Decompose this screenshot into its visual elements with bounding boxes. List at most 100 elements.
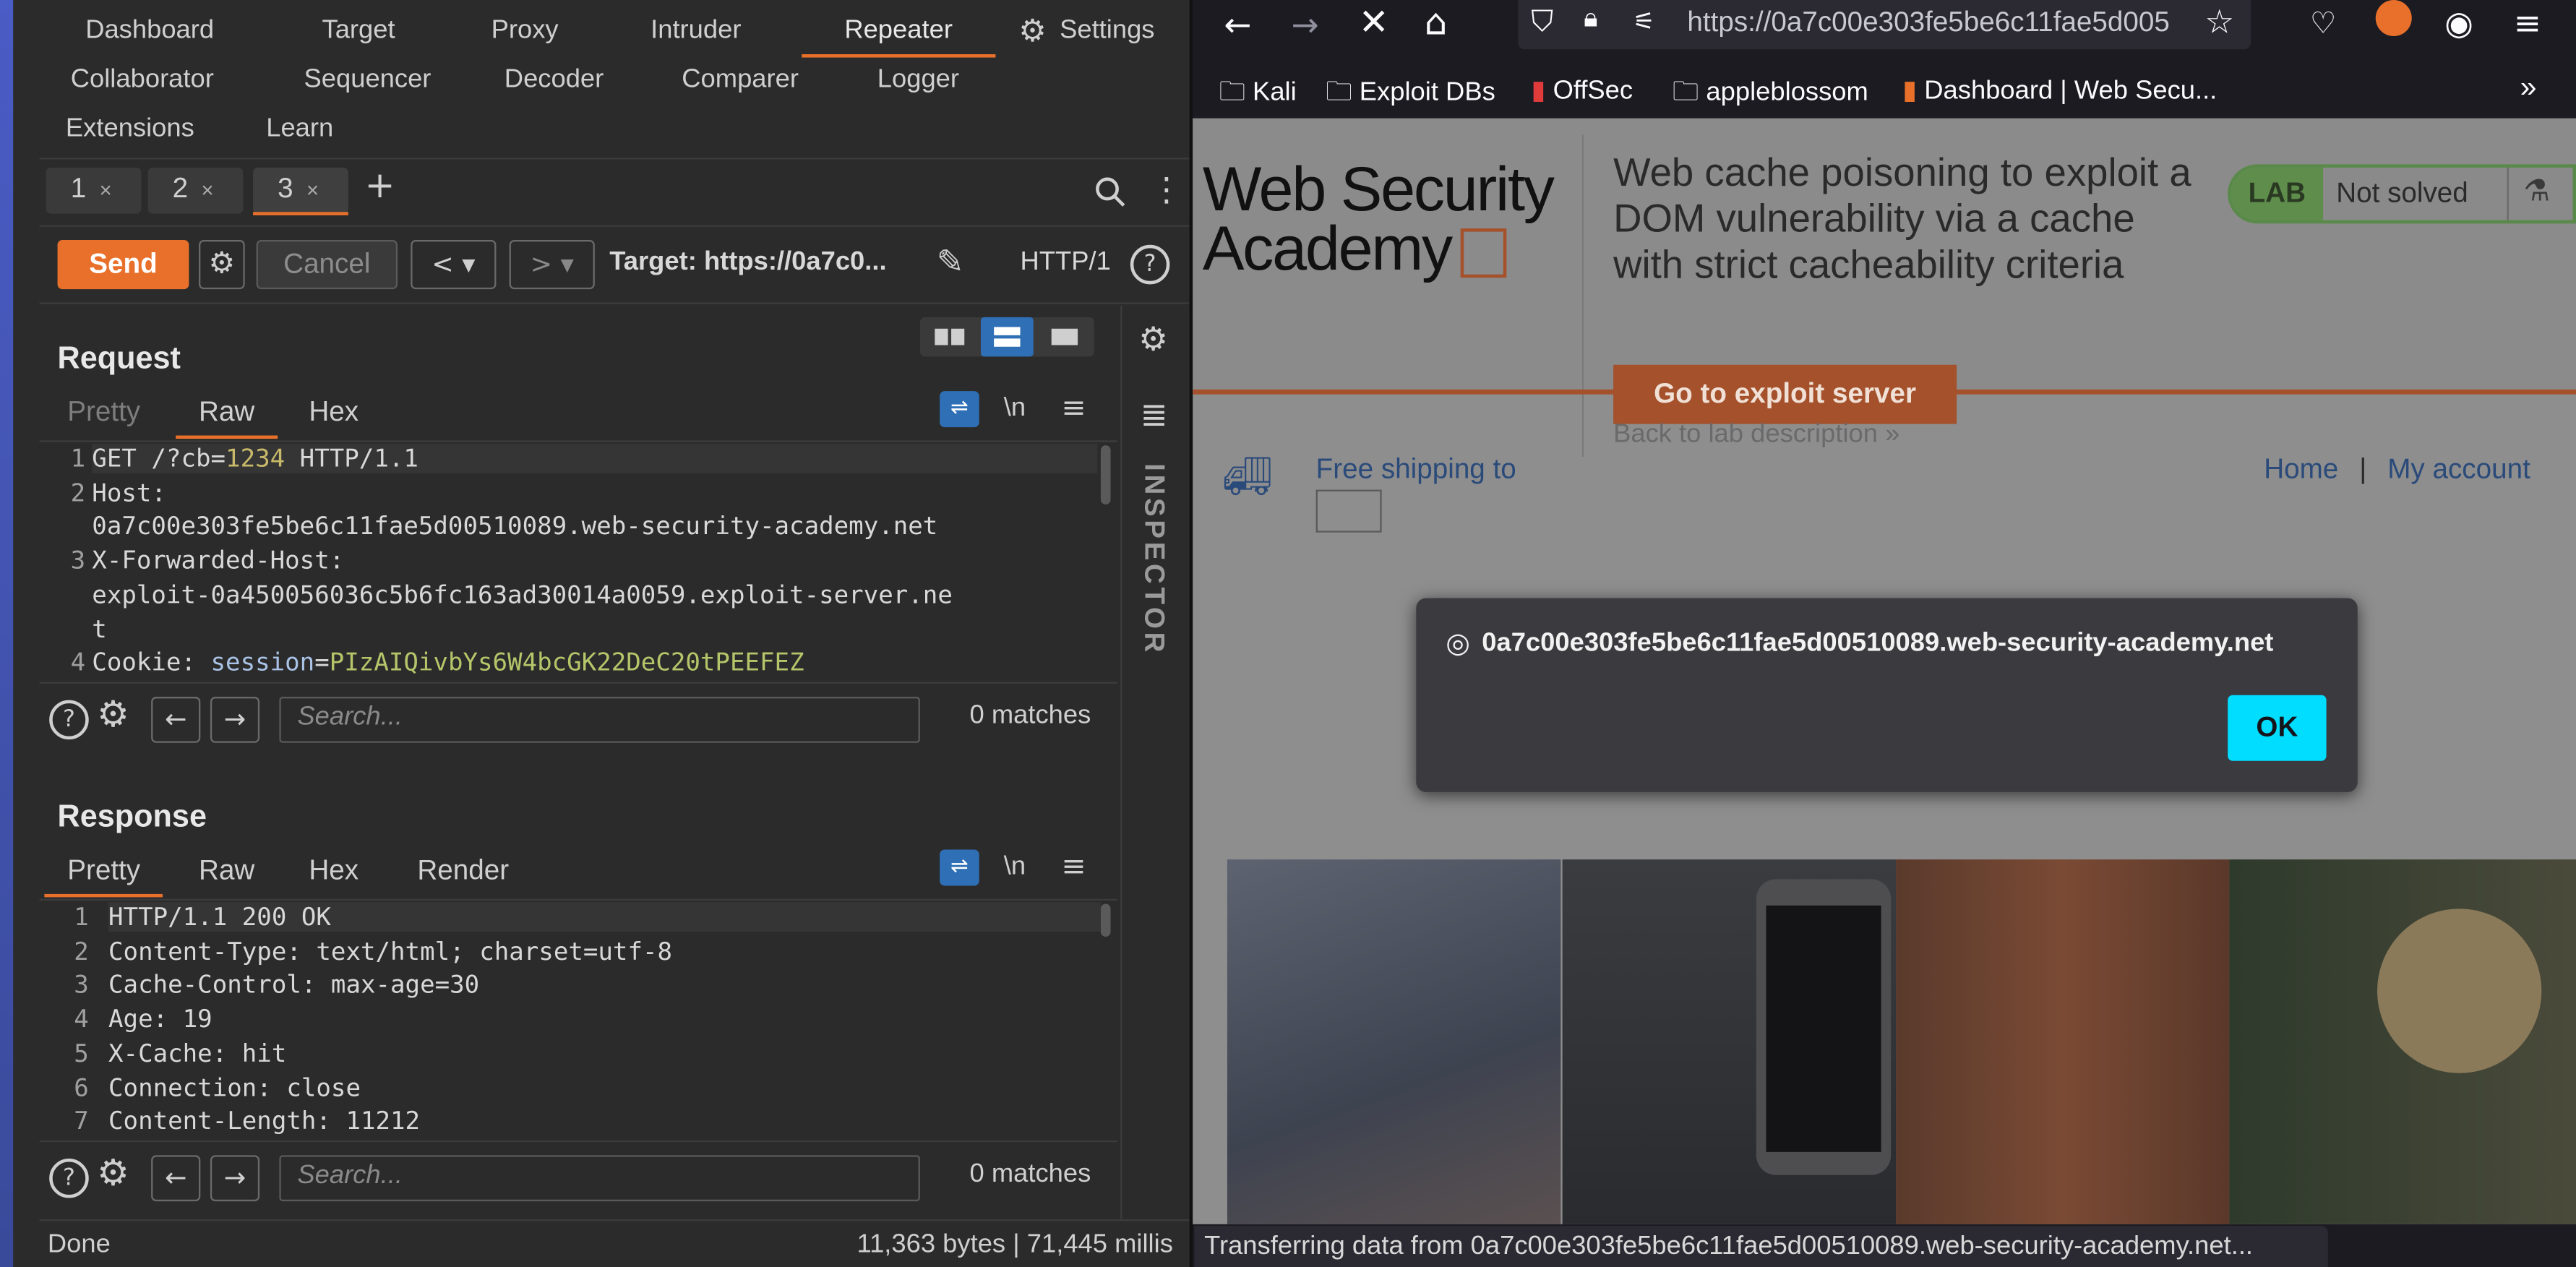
bookmark-kali[interactable]: 🗀︎ Kali — [1219, 74, 1297, 118]
inspector-sidebar[interactable]: ⚙ ≣ INSPECTOR — [1120, 305, 1190, 1220]
home-link[interactable]: Home — [2264, 454, 2338, 485]
search-icon[interactable] — [1094, 176, 1127, 208]
request-tab-raw[interactable]: Raw — [176, 396, 278, 439]
forward-arrow-icon[interactable]: → — [1292, 5, 1319, 45]
response-scrollbar[interactable] — [1100, 903, 1111, 937]
home-icon[interactable]: ⌂ — [1425, 4, 1448, 45]
inspector-label[interactable]: INSPECTOR — [1137, 463, 1169, 656]
show-newlines-toggle[interactable]: \n — [1004, 395, 1026, 424]
app-menu-icon[interactable]: ≡ — [2514, 4, 2541, 43]
shield-icon[interactable]: ⛉ — [1531, 5, 1553, 40]
bookmark-exploit-dbs[interactable]: 🗀︎ Exploit DBs — [1326, 74, 1495, 118]
bookmark-offsec[interactable]: ▮ OffSec — [1531, 74, 1633, 106]
response-tab-pretty[interactable]: Pretty — [44, 854, 165, 898]
send-button[interactable]: Send — [57, 239, 189, 290]
back-to-lab-description-link[interactable]: Back to lab description » — [1613, 421, 1899, 450]
request-tab-pretty[interactable]: Pretty — [67, 396, 140, 429]
cookie-icon[interactable]: ◉ — [2444, 4, 2473, 43]
search-settings-gear-icon[interactable]: ⚙ — [97, 1154, 129, 1195]
response-search-input[interactable]: Search... — [279, 1155, 920, 1202]
web-security-academy-logo[interactable]: Web Security Academy — [1203, 160, 1555, 281]
repeater-tab-3[interactable]: 3 × — [253, 167, 348, 215]
response-editor[interactable]: 1 HTTP/1.1 200 OK 2 Content-Type: text/html… — [39, 898, 1117, 1141]
response-search-row: ? ⚙ ← → Search... 0 matches — [39, 1140, 1117, 1213]
request-search-input[interactable]: Search... — [279, 697, 920, 743]
search-settings-gear-icon[interactable]: ⚙ — [97, 695, 129, 736]
settings-gear-icon[interactable]: ⚙ — [1018, 13, 1047, 51]
nav-settings[interactable]: Settings — [1060, 17, 1154, 46]
go-to-exploit-server-button[interactable]: Go to exploit server — [1613, 364, 1957, 424]
repeater-tab-2[interactable]: 2 × — [147, 167, 244, 214]
response-menu-icon[interactable]: ≡ — [1061, 850, 1086, 885]
back-arrow-icon[interactable]: ← — [1224, 5, 1251, 45]
nav-comparer[interactable]: Comparer — [682, 66, 799, 95]
request-menu-icon[interactable]: ≡ — [1061, 391, 1086, 426]
stop-loading-icon[interactable]: ✕ — [1359, 4, 1389, 45]
word-wrap-icon[interactable]: ⇌ — [940, 849, 979, 886]
bookmark-appleblossom[interactable]: 🗀︎ appleblossom — [1673, 74, 1868, 118]
bookmark-dashboard[interactable]: ▮ Dashboard | Web Secu... — [1902, 74, 2217, 106]
add-tab-button[interactable]: + — [365, 166, 395, 207]
permissions-icon[interactable]: ⚟ — [1633, 7, 1655, 36]
cancel-button[interactable]: Cancel — [256, 239, 398, 290]
product-image[interactable] — [1227, 859, 1561, 1224]
product-image[interactable] — [2229, 859, 2576, 1224]
repeater-tab-1[interactable]: 1 × — [46, 167, 142, 214]
show-newlines-toggle[interactable]: \n — [1004, 853, 1026, 882]
bookmark-star-icon[interactable]: ☆ — [2204, 1, 2234, 43]
layout-top-bottom-icon[interactable] — [980, 317, 1034, 357]
my-account-link[interactable]: My account — [2387, 454, 2530, 485]
word-wrap-icon[interactable]: ⇌ — [940, 391, 979, 428]
back-history-button[interactable]: < ▾ — [411, 239, 497, 290]
layout-side-by-side-icon[interactable] — [923, 320, 976, 353]
next-match-arrow-icon[interactable]: → — [210, 697, 260, 743]
help-icon[interactable]: ? — [1130, 244, 1170, 285]
layout-single-icon[interactable] — [1039, 320, 1091, 353]
product-image[interactable] — [1562, 859, 1897, 1224]
nav-extensions[interactable]: Extensions — [66, 115, 194, 145]
request-editor[interactable]: 1 GET /?cb=1234 HTTP/1.1 2 Host: 0a7c00e303f… — [39, 440, 1117, 682]
nav-dashboard[interactable]: Dashboard — [85, 17, 214, 46]
request-line: Host: — [92, 477, 166, 507]
inspector-gear-icon[interactable]: ⚙ — [1138, 319, 1168, 358]
nav-target[interactable]: Target — [322, 17, 395, 46]
ok-button[interactable]: OK — [2228, 695, 2327, 761]
close-icon[interactable]: × — [201, 178, 213, 202]
product-image[interactable] — [1896, 859, 2230, 1224]
more-bookmarks-chevron-icon[interactable]: » — [2520, 71, 2537, 106]
request-scrollbar[interactable] — [1100, 445, 1111, 505]
burp-extension-icon[interactable] — [2375, 0, 2412, 37]
url-text[interactable]: https://0a7c00e303fe5be6c11fae5d005 — [1687, 7, 2197, 39]
nav-sequencer[interactable]: Sequencer — [304, 66, 432, 95]
next-match-arrow-icon[interactable]: → — [210, 1155, 260, 1202]
forward-history-button[interactable]: > ▾ — [509, 239, 595, 290]
more-vertical-icon[interactable]: ⋮ — [1150, 169, 1182, 209]
nav-collaborator[interactable]: Collaborator — [71, 66, 214, 95]
lock-icon[interactable]: 🔒︎ — [1584, 5, 1597, 35]
line-number: 4 — [70, 648, 86, 678]
help-icon[interactable]: ? — [49, 700, 89, 740]
nav-logger[interactable]: Logger — [877, 66, 959, 95]
line-number: 3 — [70, 546, 86, 576]
inspector-list-icon[interactable]: ≣ — [1140, 395, 1167, 434]
response-tab-hex[interactable]: Hex — [309, 854, 359, 887]
response-tab-raw[interactable]: Raw — [199, 854, 254, 887]
nav-learn[interactable]: Learn — [266, 115, 333, 145]
previous-match-arrow-icon[interactable]: ← — [151, 697, 201, 743]
nav-repeater[interactable]: Repeater — [802, 17, 995, 58]
close-icon[interactable]: × — [306, 178, 319, 202]
help-icon[interactable]: ? — [49, 1158, 89, 1198]
send-options-gear-icon[interactable]: ⚙ — [199, 239, 245, 290]
edit-target-pencil-icon[interactable]: ✎ — [937, 241, 964, 281]
nav-decoder[interactable]: Decoder — [505, 66, 604, 95]
url-bar[interactable]: ⛉ 🔒︎ ⚟ https://0a7c00e303fe5be6c11fae5d0… — [1518, 0, 2251, 50]
request-tab-hex[interactable]: Hex — [309, 396, 359, 429]
close-icon[interactable]: × — [99, 178, 111, 202]
response-tab-render[interactable]: Render — [417, 854, 509, 887]
previous-match-arrow-icon[interactable]: ← — [151, 1155, 201, 1202]
nav-intruder[interactable]: Intruder — [651, 17, 741, 46]
nav-proxy[interactable]: Proxy — [491, 17, 559, 46]
http-version-label[interactable]: HTTP/1 — [1021, 248, 1111, 278]
response-line: Content-Type: text/html; charset=utf-8 — [108, 936, 673, 966]
pocket-icon[interactable]: ♡ — [2310, 7, 2337, 41]
